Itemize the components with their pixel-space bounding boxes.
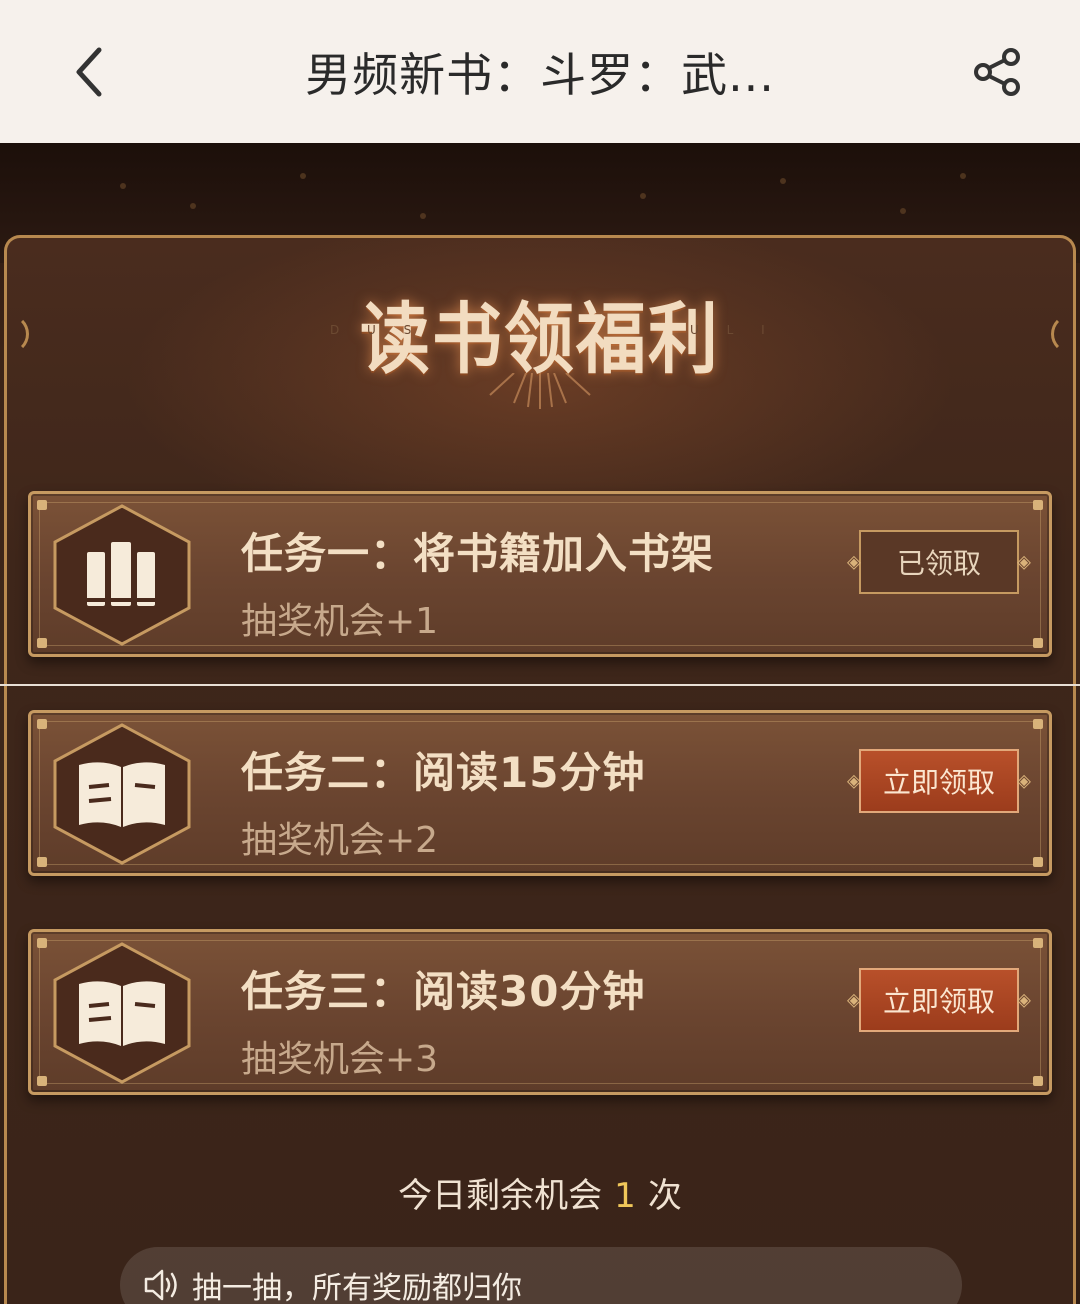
button-label: 立即领取	[882, 985, 995, 1018]
remaining-prefix: 今日剩余机会	[398, 1176, 603, 1216]
task-card-3: 任务三：阅读30分钟 抽奖机会+3 ◈ 立即领取 ◈	[28, 929, 1052, 1095]
remaining-count: 1	[614, 1176, 636, 1216]
back-button[interactable]	[58, 36, 118, 108]
diamond-ornament-icon: ◈	[1017, 551, 1031, 573]
task-reward: 抽奖机会+3	[241, 1039, 439, 1080]
speaker-icon	[144, 1269, 177, 1301]
remaining-suffix: 次	[647, 1176, 682, 1216]
page-title: 男频新书：斗罗：武...	[305, 47, 775, 102]
task-title: 任务二：阅读15分钟	[241, 748, 646, 797]
divider	[0, 684, 1080, 686]
button-label: 立即领取	[882, 766, 995, 799]
open-book-icon	[49, 940, 195, 1086]
open-book-icon	[49, 721, 195, 867]
share-button[interactable]	[968, 40, 1028, 104]
headline-deco-right: U L I	[690, 323, 777, 337]
chevron-left-icon	[76, 47, 102, 97]
diamond-ornament-icon: ◈	[1017, 989, 1031, 1011]
task-reward: 抽奖机会+2	[241, 820, 439, 861]
task-reward: 抽奖机会+1	[241, 601, 439, 642]
notice-bar: 抽一抽，所有奖励都归你	[120, 1247, 962, 1304]
task-title: 任务一：将书籍加入书架	[241, 529, 715, 578]
claim-now-button[interactable]: ◈ 立即领取 ◈	[847, 749, 1031, 813]
remaining-chances: 今日剩余机会 1 次	[0, 1168, 1080, 1217]
task-title: 任务三：阅读30分钟	[241, 967, 646, 1016]
claimed-button[interactable]: ◈ 已领取 ◈	[847, 530, 1031, 594]
activity-stage: 读书领福利 D U S U L I 任务一：将书籍加入书架 抽奖机会+1 ◈ 已…	[0, 143, 1080, 1304]
diamond-ornament-icon: ◈	[847, 989, 861, 1011]
claim-now-button[interactable]: ◈ 立即领取 ◈	[847, 968, 1031, 1032]
diamond-ornament-icon: ◈	[1017, 770, 1031, 792]
top-navigation-bar: 男频新书：斗罗：武...	[0, 0, 1080, 143]
light-rays-decoration	[489, 373, 591, 409]
notice-text: 抽一抽，所有奖励都归你	[192, 1271, 522, 1304]
diamond-ornament-icon: ◈	[847, 770, 861, 792]
bookshelf-icon	[49, 502, 195, 648]
diamond-ornament-icon: ◈	[847, 551, 861, 573]
share-icon	[974, 48, 1020, 96]
button-label: 已领取	[896, 547, 981, 580]
task-card-1: 任务一：将书籍加入书架 抽奖机会+1 ◈ 已领取 ◈	[28, 491, 1052, 657]
headline-deco-left: D U S	[330, 323, 424, 337]
task-card-2: 任务二：阅读15分钟 抽奖机会+2 ◈ 立即领取 ◈	[28, 710, 1052, 876]
